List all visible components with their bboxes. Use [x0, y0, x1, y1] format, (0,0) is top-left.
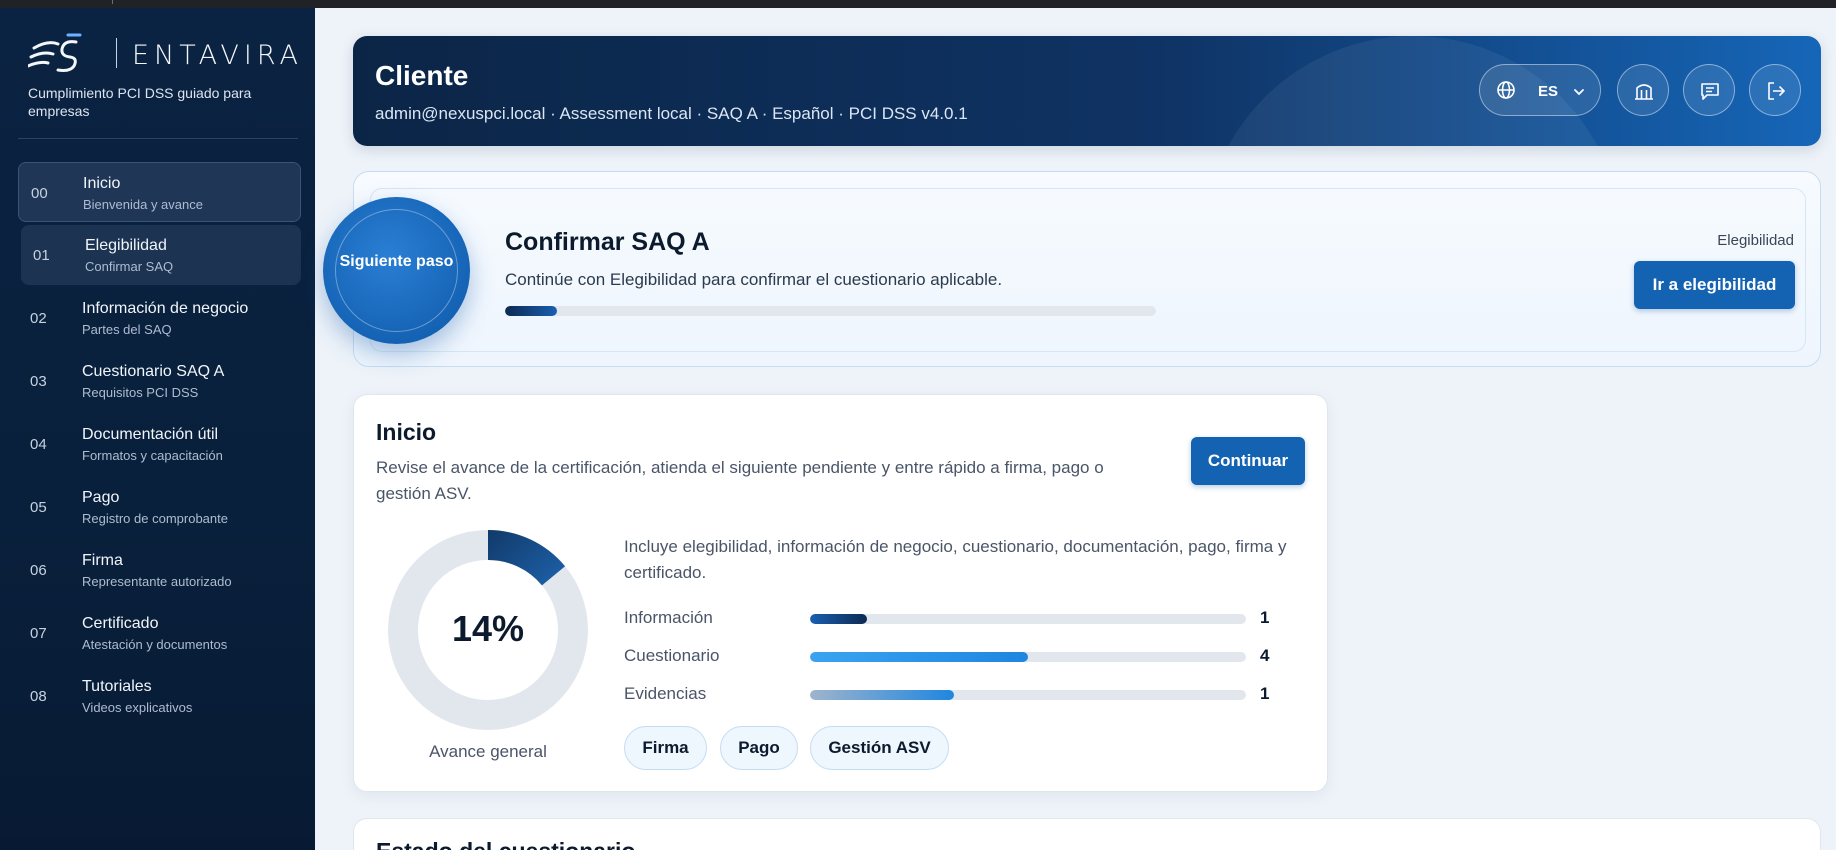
brand-logo[interactable]: ENTAVIRA [28, 32, 298, 82]
nav-title: Información de negocio [82, 300, 249, 317]
sidebar-nav: 00 Inicio Bienvenida y avance 01 Elegibi… [18, 162, 301, 729]
nav-number: 00 [31, 185, 48, 202]
metric-label: Cuestionario [624, 646, 720, 665]
metric-informacion: Información 1 [624, 606, 1284, 630]
next-step-card [353, 171, 1821, 367]
language-selector[interactable]: ES [1479, 64, 1601, 116]
inicio-includes-text: Incluye elegibilidad, información de neg… [624, 537, 1287, 582]
account-meta: admin@nexuspci.local · Assessment local … [375, 104, 968, 123]
inicio-title: Inicio [376, 419, 437, 445]
nav-subtitle: Representante autorizado [82, 574, 232, 589]
nav-title: Certificado [82, 615, 159, 632]
nav-number: 08 [30, 688, 47, 705]
next-step-badge: Siguiente paso [323, 197, 470, 344]
nav-number: 01 [33, 247, 50, 264]
nav-subtitle: Requisitos PCI DSS [82, 385, 199, 400]
brand-mark-icon [28, 33, 82, 72]
sidebar-item-cuestionario[interactable]: 03 Cuestionario SAQ A Requisitos PCI DSS [18, 351, 301, 411]
logout-icon [1768, 82, 1786, 100]
chip-pago[interactable]: Pago [720, 726, 798, 770]
chip-firma[interactable]: Firma [624, 726, 707, 770]
nav-title: Inicio [83, 175, 121, 192]
browser-top-strip [0, 0, 1836, 8]
next-step-description: Continúe con Elegibilidad para confirmar… [505, 270, 1003, 289]
page-title: Cliente [375, 60, 469, 91]
sidebar-item-certificado[interactable]: 07 Certificado Atestación y documentos [18, 603, 301, 663]
nav-subtitle: Videos explicativos [82, 700, 193, 715]
building-icon [1635, 84, 1653, 100]
sidebar-item-elegibilidad[interactable]: 01 Elegibilidad Confirmar SAQ [21, 225, 301, 285]
metric-count: 1 [1260, 608, 1270, 627]
brand-name: ENTAVIRA [132, 40, 303, 71]
nav-number: 03 [30, 373, 47, 390]
language-code: ES [1538, 83, 1559, 100]
nav-number: 06 [30, 562, 47, 579]
metric-label: Evidencias [624, 684, 707, 703]
nav-number: 07 [30, 625, 47, 642]
nav-title: Tutoriales [82, 678, 152, 695]
metric-bar-fill [810, 652, 1028, 662]
sidebar-item-documentacion[interactable]: 04 Documentación útil Formatos y capacit… [18, 414, 301, 474]
nav-title: Firma [82, 552, 123, 569]
nav-number: 02 [30, 310, 47, 327]
next-step-progress-bar [505, 306, 1156, 316]
nav-subtitle: Confirmar SAQ [85, 259, 174, 274]
metric-count: 4 [1260, 646, 1270, 665]
metric-bar-fill [810, 614, 867, 624]
inicio-description: Revise el avance de la certificación, at… [376, 458, 1104, 503]
metric-cuestionario: Cuestionario 4 [624, 644, 1284, 668]
continue-button[interactable]: Continuar [1191, 437, 1305, 485]
nav-subtitle: Bienvenida y avance [83, 197, 203, 212]
overall-percent: 14% [451, 608, 525, 649]
nav-subtitle: Formatos y capacitación [82, 448, 223, 463]
nav-title: Cuestionario SAQ A [82, 363, 225, 380]
metric-label: Información [624, 608, 713, 627]
chevron-down-icon [1574, 89, 1584, 96]
sidebar-item-tutoriales[interactable]: 08 Tutoriales Videos explicativos [18, 666, 301, 726]
go-to-eligibility-button[interactable]: Ir a elegibilidad [1634, 261, 1795, 309]
next-step-progress-fill [505, 306, 558, 316]
sidebar-item-pago[interactable]: 05 Pago Registro de comprobante [18, 477, 301, 537]
nav-title: Documentación útil [82, 426, 219, 443]
globe-icon [1497, 81, 1515, 99]
nav-title: Pago [82, 489, 120, 506]
messages-button[interactable] [1683, 64, 1735, 116]
metric-count: 1 [1260, 684, 1270, 703]
metric-bar-fill [810, 690, 954, 700]
nav-subtitle: Atestación y documentos [82, 637, 228, 652]
next-step-badge-label: Siguiente paso [339, 253, 454, 270]
organization-button[interactable] [1617, 64, 1669, 116]
nav-subtitle: Partes del SAQ [82, 322, 172, 337]
nav-title: Elegibilidad [85, 237, 167, 254]
metric-bar [810, 690, 1246, 700]
chat-icon [1701, 83, 1719, 100]
metric-bar [810, 614, 1246, 624]
logout-button[interactable] [1749, 64, 1801, 116]
nav-number: 05 [30, 499, 47, 516]
next-step-title: Confirmar SAQ A [505, 228, 710, 256]
nav-subtitle: Registro de comprobante [82, 511, 228, 526]
overall-label: Avance general [429, 742, 547, 761]
questionnaire-status-title: Estado del cuestionario [376, 838, 635, 850]
nav-number: 04 [30, 436, 47, 453]
sidebar: ENTAVIRA Cumplimiento PCI DSS guiado par… [0, 8, 315, 850]
sidebar-item-inicio[interactable]: 00 Inicio Bienvenida y avance [18, 162, 301, 222]
sidebar-item-firma[interactable]: 06 Firma Representante autorizado [18, 540, 301, 600]
sidebar-divider [18, 138, 298, 139]
sidebar-item-informacion-negocio[interactable]: 02 Información de negocio Partes del SAQ [18, 288, 301, 348]
chip-gestion-asv[interactable]: Gestión ASV [810, 726, 949, 770]
metric-bar [810, 652, 1246, 662]
page-header: Cliente admin@nexuspci.local · Assessmen… [353, 36, 1821, 146]
next-step-section-label: Elegibilidad [1717, 232, 1794, 249]
metric-evidencias: Evidencias 1 [624, 682, 1284, 706]
brand-tagline: Cumplimiento PCI DSS guiado para empresa… [28, 85, 252, 119]
